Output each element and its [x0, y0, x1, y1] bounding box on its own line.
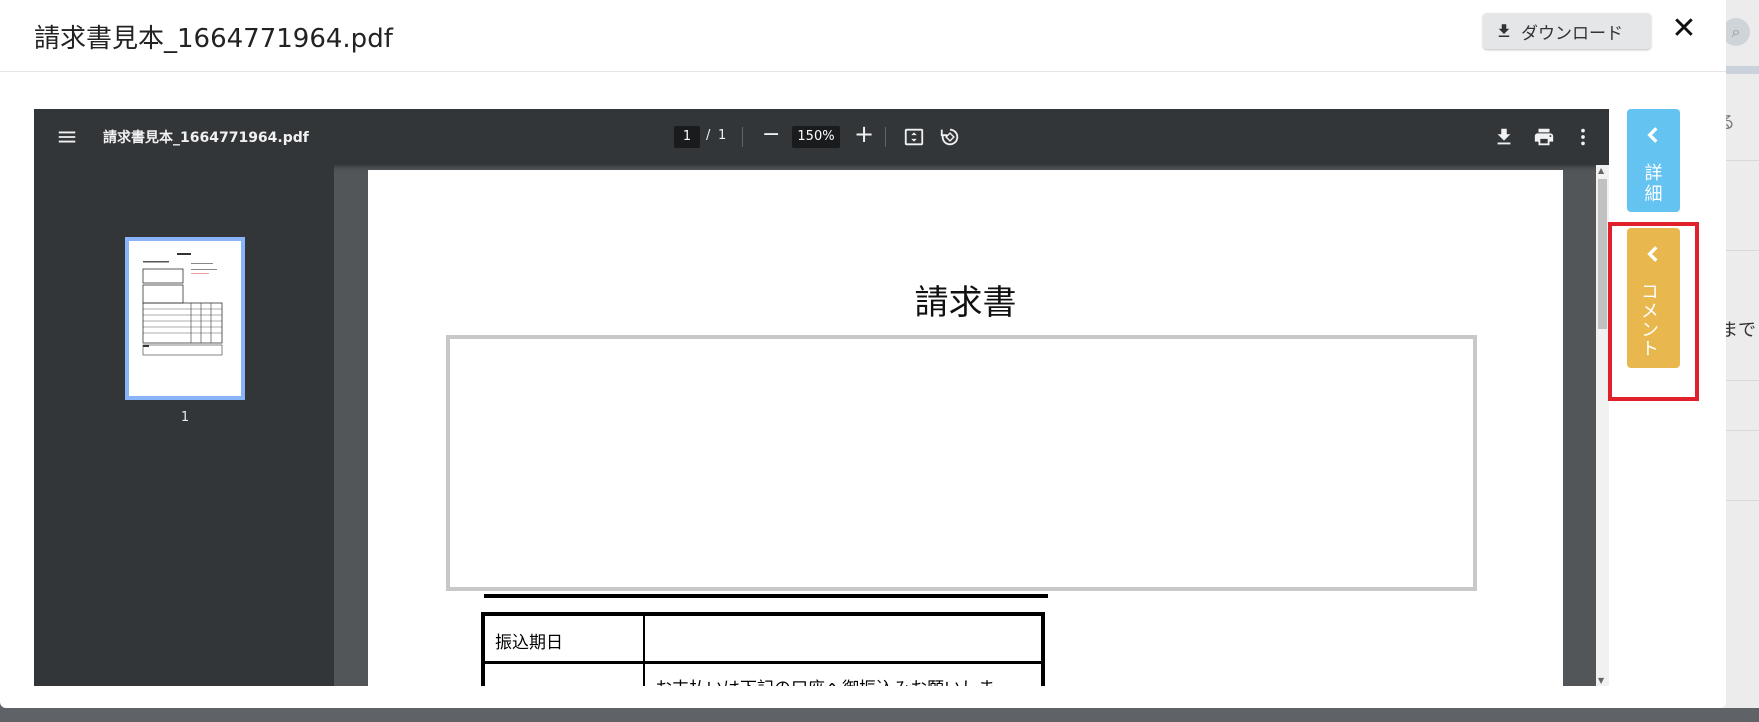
close-button[interactable]: ✕	[1667, 12, 1701, 46]
toolbar-divider	[742, 127, 743, 147]
table-row: 振込期日	[485, 616, 1041, 664]
download-label: ダウンロード	[1521, 23, 1623, 44]
zoom-level-input[interactable]: 150%	[792, 126, 840, 148]
thumbnail-preview	[142, 253, 223, 356]
detail-tab[interactable]: 詳 細	[1627, 109, 1680, 212]
table-cell	[485, 664, 645, 686]
address-box	[446, 335, 1477, 591]
chevron-left-icon	[1647, 246, 1658, 262]
more-options-icon[interactable]	[1572, 126, 1594, 148]
download-button[interactable]: ダウンロード	[1483, 13, 1651, 49]
scroll-up-arrow-icon[interactable]: ▲	[1598, 166, 1604, 175]
pdf-filename: 請求書見本_1664771964.pdf	[103, 130, 309, 146]
comment-tab-label: コメント	[1638, 282, 1659, 358]
payment-table: 振込期日 お支払いは下記の口座へ御振込みお願いしま	[481, 612, 1045, 686]
thumbnail-sidebar: 1	[34, 165, 334, 686]
menu-icon[interactable]	[56, 126, 78, 148]
rotate-icon[interactable]	[939, 126, 961, 148]
pdf-preview-modal: 請求書見本_1664771964.pdf ダウンロード ✕ 請求書見本_1664…	[0, 0, 1726, 708]
table-cell-label: 振込期日	[485, 616, 645, 664]
document-title: 請求書	[914, 283, 1017, 323]
zoom-out-button[interactable]: −	[762, 122, 780, 147]
scroll-down-arrow-icon[interactable]: ▼	[1598, 676, 1604, 685]
page-total: 1	[718, 128, 727, 143]
page-thumbnail[interactable]	[125, 237, 245, 400]
toolbar-divider	[885, 127, 886, 147]
pdf-toolbar: 請求書見本_1664771964.pdf 1 / 1 − 150% +	[34, 109, 1609, 165]
table-cell-text: お支払いは下記の口座へ御振込みお願いしま	[655, 674, 995, 686]
pdf-viewer: 請求書見本_1664771964.pdf 1 / 1 − 150% + 1 請求…	[34, 109, 1609, 686]
download-icon[interactable]	[1493, 126, 1515, 148]
document-rule	[484, 594, 1048, 598]
zoom-in-button[interactable]: +	[854, 120, 874, 148]
detail-tab-label: 細	[1644, 184, 1663, 205]
comment-tab[interactable]: コメント	[1627, 228, 1680, 368]
modal-title: 請求書見本_1664771964.pdf	[34, 24, 393, 54]
scrollbar[interactable]: ▲ ▼	[1596, 165, 1609, 686]
fit-page-icon[interactable]	[903, 126, 925, 148]
download-icon	[1498, 24, 1510, 37]
pdf-page: 請求書 振込期日 お支払いは下記の口座へ御振込みお願いしま	[368, 170, 1563, 686]
scrollbar-thumb[interactable]	[1598, 179, 1607, 329]
page-number-input[interactable]: 1	[674, 126, 700, 148]
detail-tab-label: 詳	[1644, 163, 1663, 184]
backdrop	[0, 708, 1759, 722]
page-separator: /	[706, 128, 711, 143]
modal-header: 請求書見本_1664771964.pdf ダウンロード ✕	[0, 0, 1726, 72]
chevron-left-icon	[1647, 127, 1658, 143]
print-icon[interactable]	[1533, 126, 1555, 148]
thumbnail-page-number: 1	[180, 410, 190, 425]
search-icon[interactable]: ⌕	[1722, 18, 1750, 46]
